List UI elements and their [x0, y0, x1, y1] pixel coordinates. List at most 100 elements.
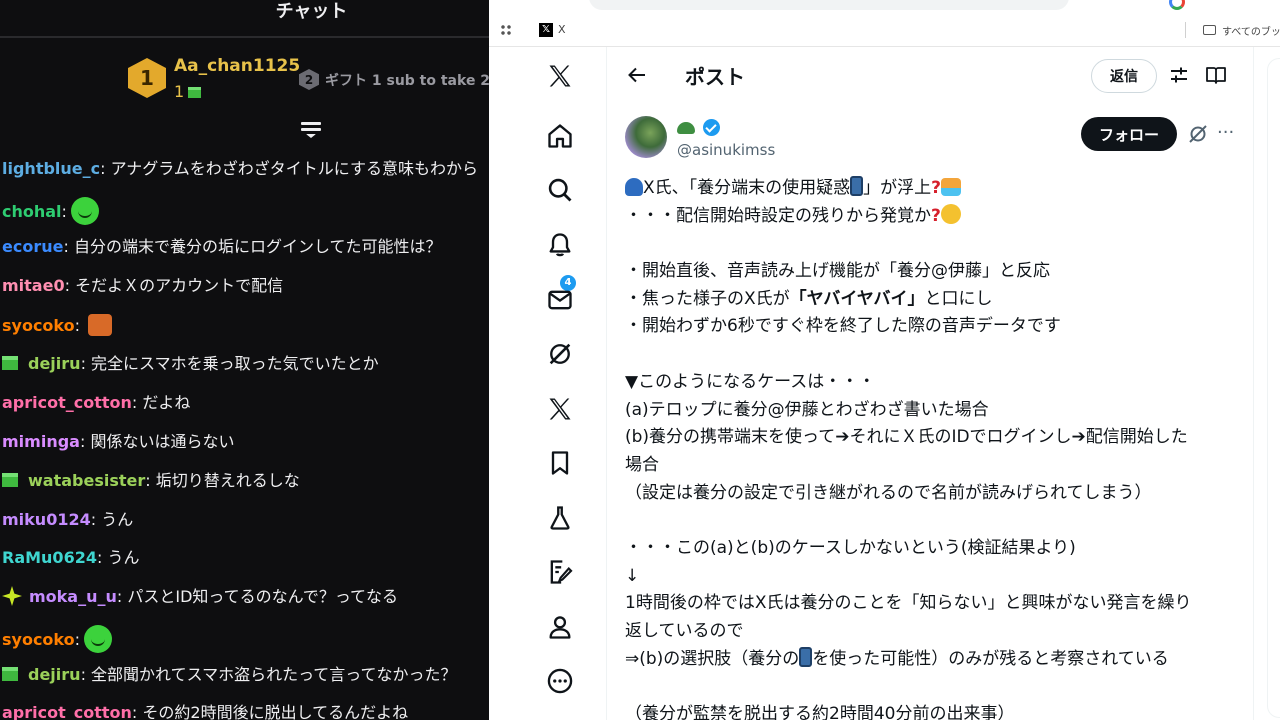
leader-second-text: ギフト 1 sub to take 2t — [325, 73, 489, 89]
chat-message: chohal: — [2, 197, 99, 225]
grok-icon[interactable] — [546, 340, 574, 368]
more-icon[interactable]: ··· — [1217, 124, 1237, 142]
chat-text: その約2時間後に脱出してるんだよね — [142, 703, 409, 720]
chat-text: 全部聞かれてスマホ盗られたって言ってなかった？ — [91, 665, 457, 684]
chat-title: チャット — [275, 1, 348, 22]
google-icon[interactable] — [1169, 0, 1185, 10]
post-line: ・・・配信開始時設定の残りから発覚か? — [625, 203, 1245, 231]
sliders-icon[interactable] — [1169, 65, 1189, 85]
post-body: X氏、「養分端末の使用疑惑 」が浮上? ・・・配信開始時設定の残りから発覚か? ・… — [625, 175, 1245, 720]
phone-emoji-icon — [799, 646, 813, 667]
chat-message: lightblue_c: アナグラムをわざわざタイトルにする意味もわから — [2, 159, 478, 178]
chat-username[interactable]: watabesister — [28, 471, 145, 490]
post-text: 」が浮上 — [863, 178, 932, 198]
post-line: ⇒(b)の選択肢（養分の を使った可能性）のみが残ると考察されている — [625, 646, 1245, 674]
turtle-emoji-icon — [677, 122, 695, 134]
chat-username[interactable]: apricot_cotton — [2, 703, 132, 720]
question-emoji-icon: ? — [931, 178, 942, 198]
grok-icon[interactable] — [1187, 123, 1209, 145]
thinking-emoji-icon — [940, 203, 961, 224]
page-title: ポスト — [685, 65, 745, 89]
person-emoji-icon — [625, 178, 643, 196]
gift-badge-icon — [2, 473, 18, 487]
chat-text: 完全にスマホを乗っ取った気でいたとか — [91, 354, 379, 373]
chat-message: RaMu0624: うん — [2, 548, 140, 567]
chat-username[interactable]: moka_u_u — [29, 587, 117, 606]
x-favicon-icon[interactable]: 𝕏 — [539, 23, 553, 37]
post-text: 返しているので — [625, 621, 744, 641]
chat-username[interactable]: miku0124 — [2, 510, 91, 529]
folder-icon[interactable] — [1203, 25, 1216, 35]
verified-badge-icon — [703, 119, 720, 136]
bookmarks-separator — [1185, 22, 1186, 38]
post-text: ・・・この(a)と(b)のケースしかないという(検証結果より) — [625, 537, 1076, 558]
compose-note-icon[interactable] — [546, 558, 574, 586]
post-line: X氏、「養分端末の使用疑惑 」が浮上? — [625, 175, 1245, 203]
x-logo-icon[interactable] — [546, 62, 574, 90]
bookmark-icon[interactable] — [546, 449, 574, 477]
x-premium-icon[interactable] — [546, 395, 574, 423]
chat-message: apricot_cotton: だよね — [2, 393, 191, 412]
right-rail-panel — [1267, 58, 1280, 718]
chat-username[interactable]: miminga — [2, 432, 80, 451]
bookmark-x-label[interactable]: X — [558, 23, 566, 36]
chat-text: 関係ないは通らない — [90, 432, 235, 451]
chat-username[interactable]: mitae0 — [2, 276, 65, 295]
more-options-icon[interactable] — [546, 667, 574, 695]
chat-username[interactable]: syocoko — [2, 316, 75, 335]
search-icon[interactable] — [546, 176, 574, 204]
post-text: ・開始直後、音声読み上げ機能が「養分@伊藤」と反応 — [625, 261, 1050, 282]
chat-username[interactable]: ecorue — [2, 237, 63, 256]
notifications-bell-icon[interactable] — [546, 231, 574, 259]
post-text: を使った可能性）のみが残ると考察されている — [812, 648, 1169, 669]
profile-icon[interactable] — [546, 613, 574, 641]
post-text: (a)テロップに養分@伊藤とわざわざ書いた場合 — [625, 399, 989, 420]
apps-grid-icon[interactable] — [500, 24, 512, 36]
chat-username[interactable]: dejiru — [28, 665, 81, 684]
follow-button[interactable]: フォロー — [1081, 117, 1177, 151]
chat-divider — [0, 36, 489, 38]
post-text: 1時間後の枠ではX氏は養分のことを「知らない」と興味がない発言を繰り — [625, 593, 1192, 614]
chat-username[interactable]: chohal — [2, 202, 62, 221]
leader-username[interactable]: Aa_chan1125 — [174, 56, 300, 76]
reply-button[interactable]: 返信 — [1091, 59, 1157, 93]
chat-panel: チャット 1 Aa_chan1125 1 2 ギフト 1 sub to take… — [0, 0, 489, 720]
chat-username[interactable]: RaMu0624 — [2, 548, 97, 567]
chat-message: apricot_cotton: その約2時間後に脱出してるんだよね — [2, 703, 409, 720]
address-bar[interactable] — [589, 0, 1069, 10]
collapse-leaderboard-icon[interactable] — [301, 122, 321, 142]
chat-text: うん — [101, 510, 134, 529]
all-bookmarks-link[interactable]: すべてのブックマーク — [1222, 23, 1280, 38]
home-icon[interactable] — [546, 122, 574, 150]
chat-message: mitae0: そだよＸのアカウントで配信 — [2, 276, 284, 295]
post-text: 場合 — [625, 454, 659, 475]
reader-mode-icon[interactable] — [1205, 65, 1227, 85]
post-text: ・・・配信開始時設定の残りから発覚か — [625, 205, 931, 226]
rank-2-badge-icon: 2 — [299, 69, 319, 90]
chat-message: miminga: 関係ないは通らない — [2, 432, 235, 451]
leader-gift-count: 1 — [174, 82, 202, 101]
post-text: （設定は養分の設定で引き継がれるので名前が読みげられてしまう） — [625, 482, 1152, 503]
post-text: ↓ — [625, 565, 640, 586]
chat-text: うん — [107, 548, 140, 567]
chat-text: そだよＸのアカウントで配信 — [75, 276, 284, 295]
messages-mail-icon[interactable] — [546, 286, 574, 314]
island-emoji-icon — [941, 178, 962, 196]
chat-username[interactable]: dejiru — [28, 354, 81, 373]
post-text: （養分が監禁を脱出する約2時間40分前の出来事） — [625, 704, 1015, 720]
chat-username[interactable]: apricot_cotton — [2, 393, 132, 412]
chat-text: アナグラムをわざわざタイトルにする意味もわから — [110, 159, 478, 178]
back-arrow-icon[interactable] — [627, 65, 647, 85]
avatar[interactable] — [625, 116, 667, 158]
chat-username[interactable]: lightblue_c — [2, 159, 100, 178]
angry-emote-icon — [88, 314, 113, 336]
post-text: と口にし — [924, 288, 993, 309]
post-text: (b)養分の携帯端末を使って➔それにＸ氏のIDでログインし➔配信開始した — [625, 427, 1188, 448]
chat-username[interactable]: syocoko — [2, 630, 75, 649]
chat-text: 垢切り替えれるしな — [155, 471, 300, 490]
chat-message: dejiru: 完全にスマホを乗っ取った気でいたとか — [2, 353, 379, 375]
user-handle[interactable]: @asinukimss — [677, 141, 775, 159]
jobs-flask-icon[interactable] — [546, 504, 574, 532]
chat-message: syocoko: — [2, 625, 113, 653]
chat-text: だよね — [142, 393, 191, 412]
